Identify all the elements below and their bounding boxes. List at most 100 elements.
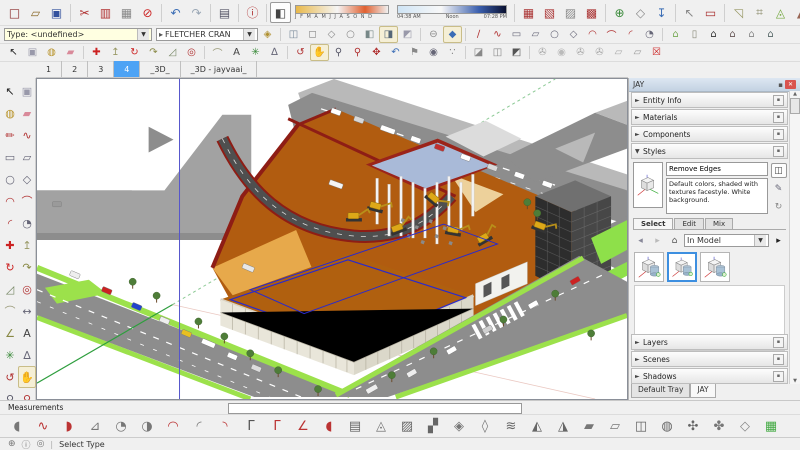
act-frustum-1-icon[interactable]: ▱ bbox=[609, 44, 628, 61]
open-file-icon[interactable]: ▱ bbox=[25, 2, 46, 23]
axes-tool-icon[interactable]: ✳ bbox=[1, 344, 19, 366]
sandbox-from-scratch-icon[interactable]: ⌗ bbox=[749, 2, 770, 23]
section-plane-icon[interactable]: ◪ bbox=[469, 44, 488, 61]
style-name-input[interactable] bbox=[666, 162, 768, 176]
chevron-down-icon[interactable]: ▼ bbox=[754, 235, 766, 246]
section-header-components[interactable]: ► Components ▪ bbox=[631, 126, 788, 142]
act-off-icon[interactable]: ☒ bbox=[647, 44, 666, 61]
style-thumbnail-1[interactable] bbox=[634, 252, 664, 282]
style-thumbnail-2-selected[interactable] bbox=[667, 252, 697, 282]
extension-tool-5-icon[interactable]: ◔ bbox=[108, 415, 134, 437]
classifier-tag-icon[interactable]: ◈ bbox=[258, 26, 277, 43]
pie-tool-icon[interactable]: ◔ bbox=[18, 212, 36, 234]
save-icon[interactable]: ▣ bbox=[46, 2, 67, 23]
extension-tool-6-icon[interactable]: ◑ bbox=[134, 415, 160, 437]
make-component-icon[interactable]: ▣ bbox=[18, 80, 36, 102]
two-point-arc-tool-icon[interactable]: ⌒ bbox=[602, 26, 621, 43]
model-viewport[interactable] bbox=[36, 78, 628, 400]
export-tool-icon[interactable]: ▭ bbox=[700, 2, 721, 23]
chevron-down-icon[interactable]: ▼ bbox=[243, 29, 255, 40]
classifier-type-dropdown[interactable]: Type: <undefined> ▼ bbox=[4, 28, 152, 41]
freehand-tool-icon[interactable]: ∿ bbox=[488, 26, 507, 43]
new-file-icon[interactable]: □ bbox=[4, 2, 25, 23]
shadow-months-slider[interactable] bbox=[295, 5, 389, 14]
paint-bucket-icon[interactable]: ◍ bbox=[42, 44, 61, 61]
rotated-rectangle-tool-icon[interactable]: ▱ bbox=[18, 146, 36, 168]
tray-title-bar[interactable]: JAY ▪ ✕ bbox=[629, 78, 800, 92]
arc-tool-icon[interactable]: ◠ bbox=[583, 26, 602, 43]
section-header-entity-info[interactable]: ► Entity Info ▪ bbox=[631, 92, 788, 108]
extension-tool-17-icon[interactable]: ▞ bbox=[420, 415, 446, 437]
zoom-extents-icon[interactable]: ✥ bbox=[367, 44, 386, 61]
axes-tool-icon[interactable]: ✳ bbox=[246, 44, 265, 61]
rotate-tool-icon[interactable]: ↻ bbox=[1, 256, 19, 278]
style-description[interactable]: Default colors, shaded with textures fac… bbox=[666, 178, 768, 214]
house-a-icon[interactable]: ⌂ bbox=[704, 26, 723, 43]
warehouse-share-model-icon[interactable]: ▯ bbox=[685, 26, 704, 43]
details-arrow-icon[interactable]: ▸ bbox=[771, 233, 786, 248]
section-cut-icon[interactable]: ◩ bbox=[507, 44, 526, 61]
extension-tool-15-icon[interactable]: ◬ bbox=[368, 415, 394, 437]
select-tool-icon[interactable]: ↖ bbox=[4, 44, 23, 61]
pointer-tool-icon[interactable]: ↖ bbox=[679, 2, 700, 23]
house-d-icon[interactable]: ⌂ bbox=[761, 26, 780, 43]
act-camera-3-icon[interactable]: ✇ bbox=[571, 44, 590, 61]
extension-tool-18-icon[interactable]: ◈ bbox=[446, 415, 472, 437]
stamp-icon[interactable]: ◭ bbox=[791, 2, 800, 23]
look-around-icon[interactable]: ◉ bbox=[424, 44, 443, 61]
pan-tool-icon[interactable]: ✋ bbox=[310, 44, 329, 61]
three-point-arc-tool-icon[interactable]: ◜ bbox=[1, 212, 19, 234]
back-icon[interactable]: ◂ bbox=[633, 233, 648, 248]
hidden-line-icon[interactable]: ○ bbox=[341, 26, 360, 43]
shadow-time-slider[interactable] bbox=[397, 5, 507, 14]
zoom-tool-icon[interactable]: ⚲ bbox=[329, 44, 348, 61]
move-tool-icon[interactable]: ✚ bbox=[1, 234, 19, 256]
delete-icon[interactable]: ⊘ bbox=[137, 2, 158, 23]
iso-view-icon[interactable]: ◆ bbox=[443, 26, 462, 43]
eraser-icon[interactable]: ▰ bbox=[61, 44, 80, 61]
section-header-styles[interactable]: ▼ Styles ▪ bbox=[631, 143, 788, 159]
extension-tool-27-icon[interactable]: ✣ bbox=[680, 415, 706, 437]
circle-tool-icon[interactable]: ○ bbox=[545, 26, 564, 43]
three-point-arc-tool-icon[interactable]: ◜ bbox=[621, 26, 640, 43]
paint-bucket-icon[interactable]: ◍ bbox=[1, 102, 19, 124]
redo-icon[interactable]: ↷ bbox=[186, 2, 207, 23]
extension-tool-25-icon[interactable]: ◫ bbox=[628, 415, 654, 437]
follow-me-icon[interactable]: ↷ bbox=[144, 44, 163, 61]
secondary-pane-icon[interactable]: ◫ bbox=[770, 163, 787, 178]
section-display-icon[interactable]: ◫ bbox=[488, 44, 507, 61]
act-frustum-2-icon[interactable]: ▱ bbox=[628, 44, 647, 61]
text-tool-icon[interactable]: A bbox=[18, 322, 36, 344]
tray-scrollbar[interactable]: ▲ ▼ bbox=[789, 91, 800, 384]
move-tool-icon[interactable]: ✚ bbox=[87, 44, 106, 61]
section-header-shadows[interactable]: ► Shadows ▪ bbox=[631, 368, 788, 384]
scroll-up-icon[interactable]: ▲ bbox=[793, 91, 797, 97]
extension-tool-26-icon[interactable]: ◍ bbox=[654, 415, 680, 437]
plugin-d-icon[interactable]: ▩ bbox=[581, 2, 602, 23]
3d-text-icon[interactable]: ∆ bbox=[265, 44, 284, 61]
geolocation-icon[interactable]: ⊕ bbox=[8, 439, 16, 449]
section-close-icon[interactable]: ▪ bbox=[773, 111, 784, 123]
undo-icon[interactable]: ↶ bbox=[165, 2, 186, 23]
house-c-icon[interactable]: ⌂ bbox=[742, 26, 761, 43]
extension-tool-7-icon[interactable]: ◠ bbox=[160, 415, 186, 437]
stab-2[interactable]: 2 bbox=[62, 61, 89, 77]
make-component-icon[interactable]: ▣ bbox=[23, 44, 42, 61]
add-location-icon[interactable]: ⊕ bbox=[609, 2, 630, 23]
toggle-terrain-icon[interactable]: ◇ bbox=[630, 2, 651, 23]
extension-tool-4-icon[interactable]: ⊿ bbox=[82, 415, 108, 437]
act-camera-2-icon[interactable]: ◉ bbox=[552, 44, 571, 61]
extension-tool-20-icon[interactable]: ≋ bbox=[498, 415, 524, 437]
update-style-icon[interactable]: ↻ bbox=[771, 199, 787, 214]
act-camera-1-icon[interactable]: ✇ bbox=[533, 44, 552, 61]
eraser-icon[interactable]: ▰ bbox=[18, 102, 36, 124]
offset-tool-icon[interactable]: ◎ bbox=[18, 278, 36, 300]
back-edges-icon[interactable]: ◻ bbox=[303, 26, 322, 43]
component-dropdown[interactable]: ▸ FLETCHER CRAN ▼ bbox=[156, 28, 258, 41]
section-header-layers[interactable]: ► Layers ▪ bbox=[631, 334, 788, 350]
orbit-tool-icon[interactable]: ↺ bbox=[1, 366, 19, 388]
orbit-tool-icon[interactable]: ↺ bbox=[291, 44, 310, 61]
smoove-icon[interactable]: ◬ bbox=[770, 2, 791, 23]
stab-1[interactable]: 1 bbox=[36, 61, 63, 77]
plugin-c-icon[interactable]: ▨ bbox=[560, 2, 581, 23]
